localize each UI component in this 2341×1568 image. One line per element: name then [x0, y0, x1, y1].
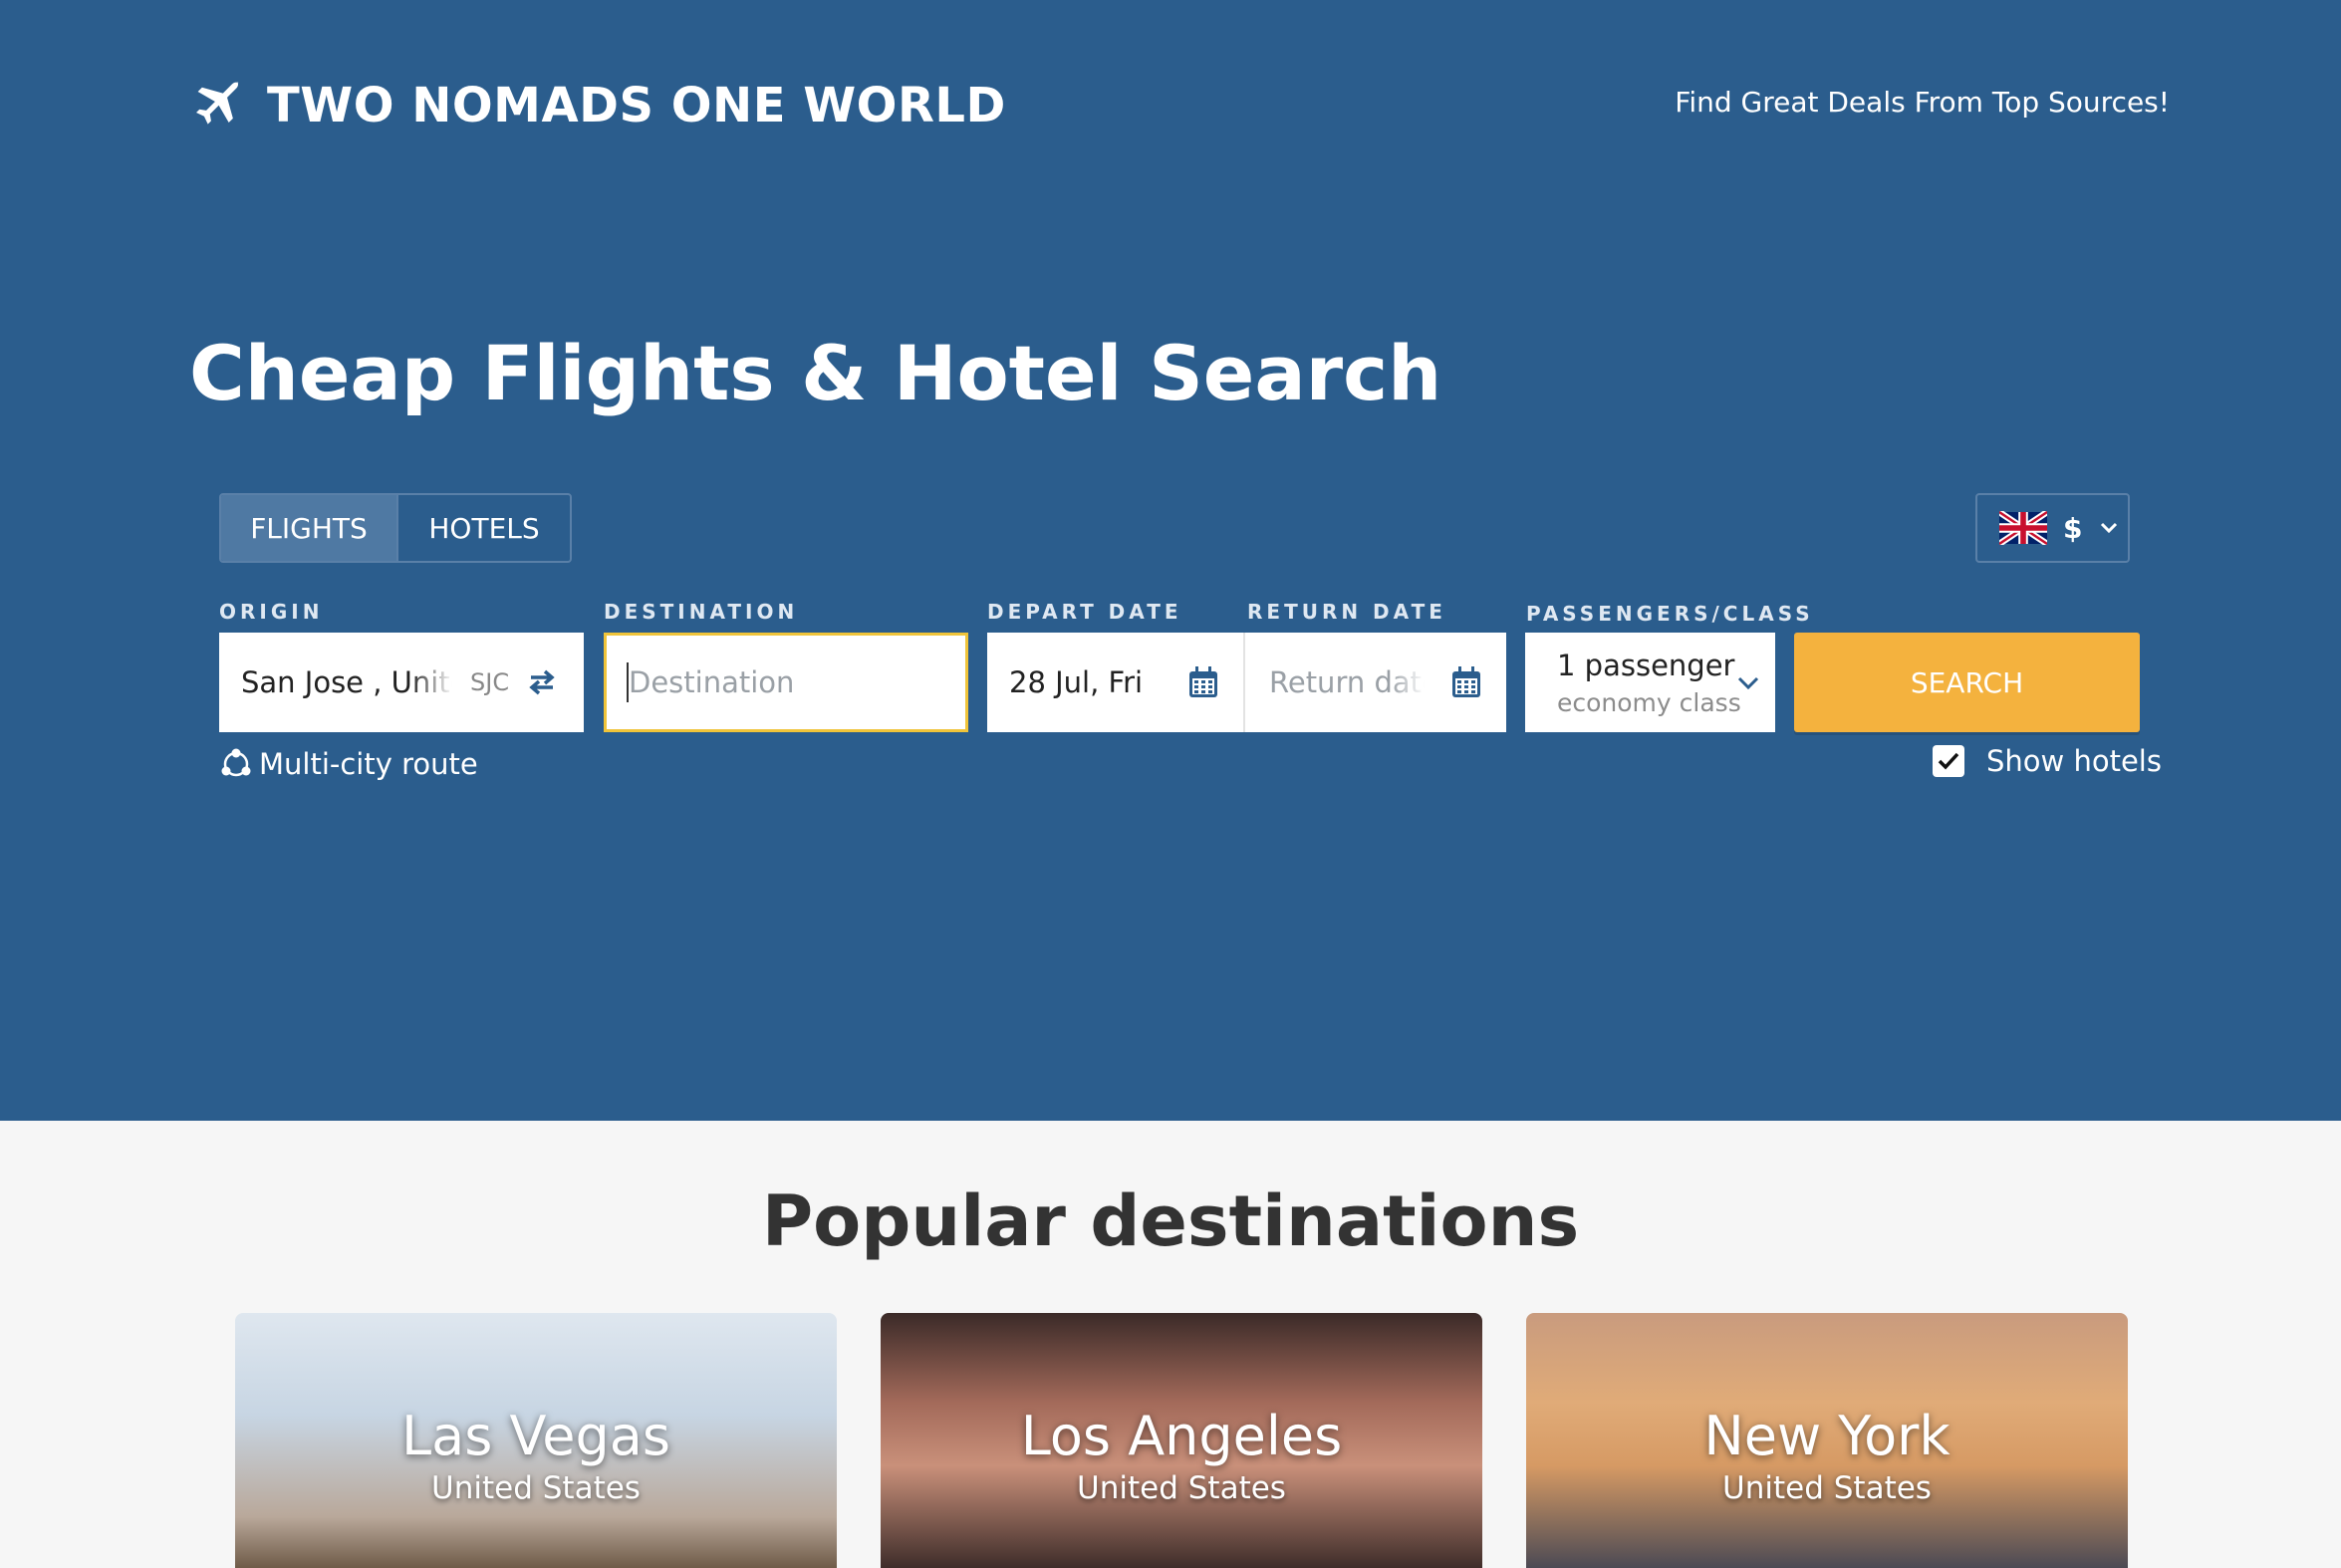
multi-city-route-link[interactable]: Multi-city route [219, 747, 478, 781]
page-title: Cheap Flights & Hotel Search [189, 329, 1442, 417]
header-tagline: Find Great Deals From Top Sources! [1675, 86, 2170, 119]
swap-icon[interactable] [527, 668, 557, 696]
card-city: Los Angeles [1020, 1405, 1343, 1467]
chevron-down-icon [1737, 676, 1759, 690]
origin-airport-code: SJC [470, 668, 510, 696]
destination-cards: Las Vegas United States Los Angeles Unit… [235, 1313, 2128, 1568]
currency-selector[interactable]: $ [1975, 493, 2130, 563]
depart-date-label: DEPART DATE [987, 600, 1182, 624]
show-hotels-label: Show hotels [1986, 744, 2162, 778]
destination-input[interactable]: Destination [604, 633, 968, 732]
destination-placeholder: Destination [629, 665, 795, 699]
checkmark-icon [1938, 752, 1959, 770]
show-hotels-option[interactable]: Show hotels [1933, 744, 2162, 778]
calendar-icon [1189, 666, 1217, 697]
card-country: United States [1077, 1470, 1286, 1506]
brand-name: TWO NOMADS ONE WORLD [267, 78, 1006, 133]
return-date-placeholder: Return date [1269, 665, 1425, 699]
search-button[interactable]: SEARCH [1794, 633, 2140, 732]
tab-hotels[interactable]: HOTELS [398, 495, 570, 561]
destination-card-las-vegas[interactable]: Las Vegas United States [235, 1313, 837, 1568]
hero-section: TWO NOMADS ONE WORLD Find Great Deals Fr… [0, 0, 2341, 1121]
passengers-class-label: PASSENGERS/CLASS [1526, 602, 1814, 626]
passengers-class-selector[interactable]: 1 passenger economy class [1525, 633, 1775, 732]
multi-city-label: Multi-city route [259, 747, 478, 781]
card-city: New York [1703, 1405, 1951, 1467]
origin-input[interactable]: San Jose , United States SJC [219, 633, 584, 732]
chevron-down-icon [2101, 522, 2118, 534]
popular-destinations-title: Popular destinations [761, 1180, 1580, 1262]
search-type-tabs: FLIGHTS HOTELS [219, 493, 572, 563]
return-date-label: RETURN DATE [1247, 600, 1446, 624]
show-hotels-checkbox[interactable] [1933, 745, 1964, 777]
cabin-class: economy class [1557, 687, 1741, 717]
destination-card-los-angeles[interactable]: Los Angeles United States [881, 1313, 1482, 1568]
origin-label: ORIGIN [219, 600, 324, 624]
uk-flag-icon [1999, 511, 2047, 545]
passenger-count: 1 passenger [1557, 648, 1735, 682]
brand-logo[interactable]: TWO NOMADS ONE WORLD [189, 76, 1006, 135]
depart-date-value: 28 Jul, Fri [1009, 665, 1144, 699]
route-icon [221, 748, 251, 777]
card-city: Las Vegas [401, 1405, 670, 1467]
airplane-icon [196, 81, 240, 125]
tab-flights[interactable]: FLIGHTS [221, 495, 398, 561]
card-country: United States [1722, 1470, 1932, 1506]
currency-symbol: $ [2063, 511, 2083, 545]
origin-value: San Jose , United States [241, 665, 452, 699]
destination-card-new-york[interactable]: New York United States [1526, 1313, 2128, 1568]
return-date-input[interactable]: Return date [1245, 633, 1506, 732]
calendar-icon [1452, 666, 1480, 697]
destination-label: DESTINATION [604, 600, 799, 624]
card-country: United States [431, 1470, 641, 1506]
depart-date-input[interactable]: 28 Jul, Fri [987, 633, 1245, 732]
